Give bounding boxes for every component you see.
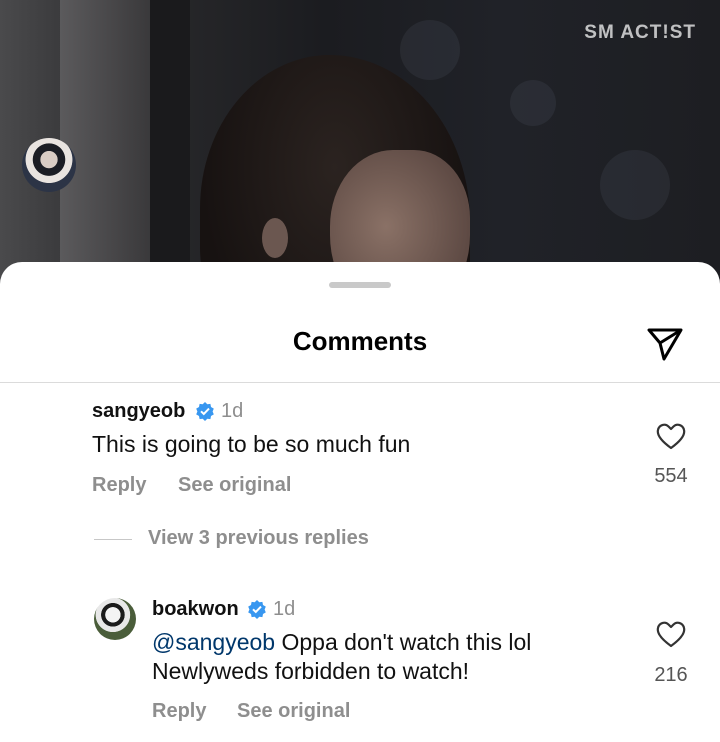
- verified-badge-icon: [196, 402, 214, 421]
- comment-username[interactable]: sangyeob: [92, 400, 185, 423]
- mention-link[interactable]: @sangyeob: [152, 629, 275, 655]
- share-button[interactable]: [646, 326, 684, 362]
- reply-text: Oppa don't watch this lol: [275, 629, 532, 655]
- sheet-title: Comments: [292, 326, 428, 356]
- drag-handle[interactable]: [329, 282, 391, 288]
- heart-icon[interactable]: [655, 619, 687, 649]
- replies-divider-line: [94, 539, 132, 540]
- reply-text-line1: @sangyeob Oppa don't watch this lol: [152, 628, 531, 657]
- comment-text: This is going to be so much fun: [92, 431, 411, 457]
- verified-badge-icon: [248, 600, 266, 619]
- watermark: SM ACT!ST: [584, 22, 696, 43]
- background-door: [60, 0, 150, 300]
- bokeh-light: [600, 150, 670, 220]
- person-ear: [262, 218, 288, 258]
- reply-button[interactable]: Reply: [92, 474, 146, 497]
- view-previous-replies-button[interactable]: View 3 previous replies: [148, 527, 369, 550]
- bokeh-light: [400, 20, 460, 80]
- background-doorframe: [150, 0, 190, 300]
- see-original-button[interactable]: See original: [178, 474, 291, 497]
- bokeh-light: [510, 80, 556, 126]
- reply-username[interactable]: boakwon: [152, 598, 239, 621]
- heart-icon[interactable]: [655, 421, 687, 451]
- like-count: 216: [654, 664, 688, 686]
- reply-text-line2: Newlyweds forbidden to watch!: [152, 658, 470, 684]
- see-original-button[interactable]: See original: [237, 700, 350, 723]
- like-count: 554: [654, 465, 688, 487]
- reply-time: 1d: [273, 598, 296, 620]
- video-background[interactable]: SM ACT!ST: [0, 0, 720, 300]
- avatar[interactable]: [94, 598, 136, 640]
- reply-button[interactable]: Reply: [152, 700, 206, 723]
- avatar[interactable]: [22, 138, 76, 192]
- comment-time: 1d: [221, 400, 244, 422]
- paper-plane-icon: [647, 328, 683, 361]
- header-divider: [0, 382, 720, 383]
